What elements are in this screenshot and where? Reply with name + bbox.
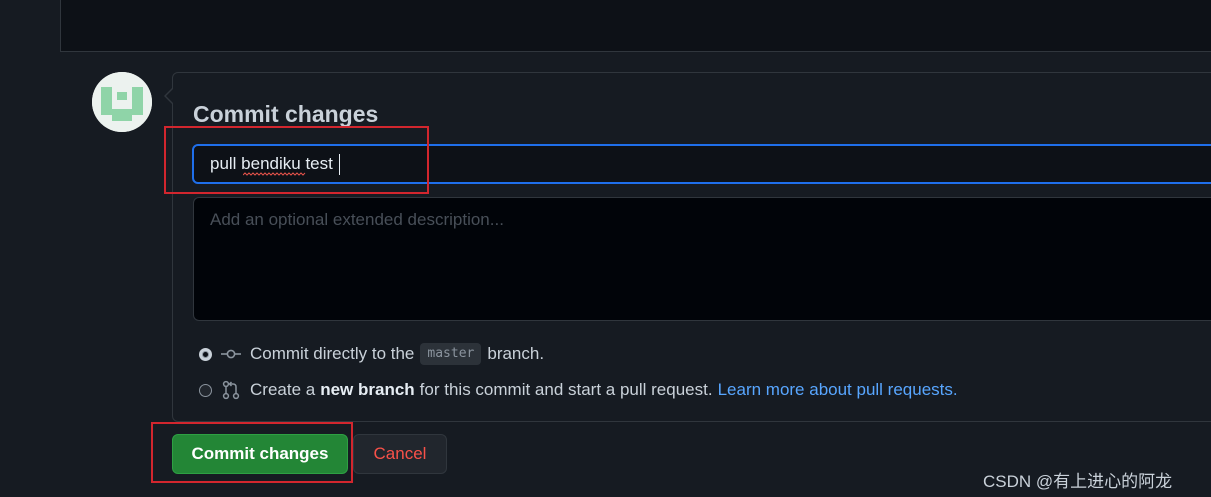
branch-name: master bbox=[420, 343, 482, 365]
commit-direct-text: Commit directly to the bbox=[250, 344, 415, 363]
annotation-box-summary bbox=[164, 126, 429, 194]
speech-caret-inner bbox=[166, 89, 173, 103]
previous-panel bbox=[60, 0, 1211, 52]
watermark: CSDN @有上进心的阿龙 bbox=[983, 472, 1173, 491]
annotation-box-commit-button bbox=[151, 422, 353, 483]
commit-description-input[interactable] bbox=[193, 197, 1211, 321]
new-branch-bold: new branch bbox=[320, 380, 415, 399]
radio-commit-direct[interactable] bbox=[199, 347, 212, 361]
new-branch-text: Create a bbox=[250, 380, 316, 399]
identicon-icon bbox=[92, 72, 152, 132]
learn-more-link[interactable]: Learn more about pull requests. bbox=[718, 380, 958, 400]
commit-direct-option[interactable]: Commit directly to the master branch. bbox=[197, 342, 544, 366]
cancel-button[interactable]: Cancel bbox=[353, 434, 447, 474]
avatar[interactable] bbox=[92, 72, 152, 132]
git-commit-icon bbox=[220, 343, 242, 365]
git-pull-request-icon bbox=[220, 379, 242, 401]
commit-title: Commit changes bbox=[193, 101, 379, 127]
radio-new-branch[interactable] bbox=[199, 383, 212, 397]
new-branch-text-after: for this commit and start a pull request… bbox=[419, 380, 713, 399]
commit-direct-text-after: branch. bbox=[487, 344, 545, 363]
new-branch-option[interactable]: Create a new branch for this commit and … bbox=[197, 378, 958, 402]
